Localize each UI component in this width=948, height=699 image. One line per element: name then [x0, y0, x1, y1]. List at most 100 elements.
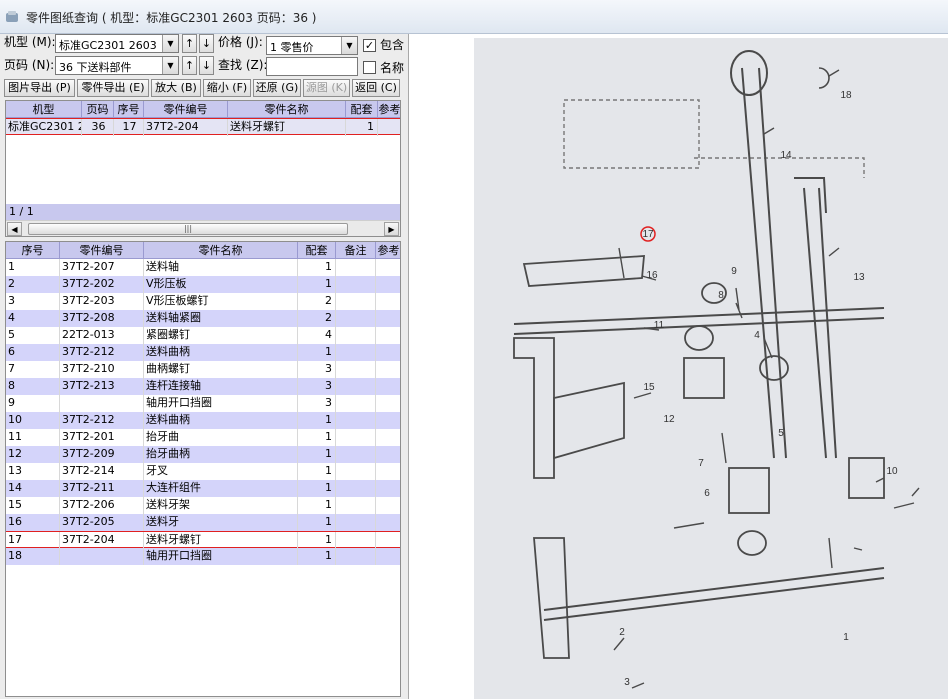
- cell-ref: [376, 344, 400, 361]
- table-row[interactable]: 17 37T2-204 送料牙螺钉 1: [6, 531, 400, 549]
- cell-code: 37T2-204: [144, 119, 228, 136]
- cell-seq: 14: [6, 480, 60, 497]
- cell-ref: [378, 119, 400, 136]
- table-row[interactable]: 11 37T2-201 抬牙曲 1: [6, 429, 400, 446]
- header-page[interactable]: 页码: [82, 101, 114, 118]
- page-up-button[interactable]: ↑: [182, 56, 197, 75]
- header-ref[interactable]: 参考: [376, 242, 400, 259]
- callout-17[interactable]: 17: [642, 229, 654, 240]
- table-row[interactable]: 13 37T2-214 牙叉 1: [6, 463, 400, 480]
- cell-ref: [376, 480, 400, 497]
- callout-12[interactable]: 12: [663, 414, 675, 425]
- table-row[interactable]: 6 37T2-212 送料曲柄 1: [6, 344, 400, 361]
- callout-18[interactable]: 18: [840, 90, 852, 101]
- diagram-viewer[interactable]: 1 2 3 4 5 6 7 8 9 10 11 12 13 14 15 16 17 18: [410, 34, 948, 699]
- table-row[interactable]: 1 37T2-207 送料轴 1: [6, 259, 400, 276]
- table-row[interactable]: 9 轴用开口挡圈 3: [6, 395, 400, 412]
- chevron-down-icon[interactable]: ▼: [162, 57, 178, 74]
- callout-1[interactable]: 1: [843, 632, 849, 643]
- include-checkbox[interactable]: ✓: [363, 39, 376, 52]
- callout-14[interactable]: 14: [780, 150, 792, 161]
- header-qty[interactable]: 配套: [298, 242, 336, 259]
- callout-10[interactable]: 10: [886, 466, 898, 477]
- cell-name: 送料牙: [144, 514, 298, 531]
- callout-3[interactable]: 3: [624, 677, 630, 688]
- cell-ref: [376, 361, 400, 378]
- table-row[interactable]: 15 37T2-206 送料牙架 1: [6, 497, 400, 514]
- cell-qty: 1: [298, 344, 336, 361]
- scroll-right-icon[interactable]: ▶: [384, 222, 399, 236]
- callout-4[interactable]: 4: [754, 330, 760, 341]
- table-row[interactable]: 2 37T2-202 V形压板 1: [6, 276, 400, 293]
- table-row[interactable]: 18 轴用开口挡圈 1: [6, 548, 400, 565]
- zoom-out-button[interactable]: 缩小 (F): [203, 79, 251, 97]
- cell-qty: 4: [298, 327, 336, 344]
- original-image-button[interactable]: 源图 (K): [303, 79, 350, 97]
- table-row[interactable]: 14 37T2-211 大连杆组件 1: [6, 480, 400, 497]
- table-row[interactable]: 16 37T2-205 送料牙 1: [6, 514, 400, 531]
- callout-9[interactable]: 9: [731, 266, 737, 277]
- chevron-down-icon[interactable]: ▼: [162, 35, 178, 52]
- table-row[interactable]: 4 37T2-208 送料轴紧圈 2: [6, 310, 400, 327]
- model-up-button[interactable]: ↑: [182, 34, 197, 53]
- page-down-button[interactable]: ↓: [199, 56, 214, 75]
- table-row[interactable]: 12 37T2-209 抬牙曲柄 1: [6, 446, 400, 463]
- callout-8[interactable]: 8: [718, 290, 724, 301]
- header-name[interactable]: 零件名称: [228, 101, 346, 118]
- cell-name: 连杆连接轴: [144, 378, 298, 395]
- cell-seq: 2: [6, 276, 60, 293]
- cell-qty: 3: [298, 361, 336, 378]
- table-row[interactable]: 10 37T2-212 送料曲柄 1: [6, 412, 400, 429]
- callout-11[interactable]: 11: [654, 320, 665, 331]
- callout-13[interactable]: 13: [853, 272, 865, 283]
- callout-7[interactable]: 7: [698, 458, 704, 469]
- table-row[interactable]: 8 37T2-213 连杆连接轴 3: [6, 378, 400, 395]
- scroll-left-icon[interactable]: ◀: [7, 222, 22, 236]
- cell-ref: [376, 514, 400, 531]
- model-combo[interactable]: 标准GC2301 2603 ▼: [55, 34, 179, 53]
- page-combo[interactable]: 36 下送料部件 ▼: [55, 56, 179, 75]
- callout-16[interactable]: 16: [646, 270, 658, 281]
- callout-2[interactable]: 2: [619, 627, 625, 638]
- header-ref[interactable]: 参考: [378, 101, 401, 118]
- back-button[interactable]: 返回 (C): [352, 79, 400, 97]
- export-part-button[interactable]: 零件导出 (E): [77, 79, 149, 97]
- header-qty[interactable]: 配套: [346, 101, 378, 118]
- cell-qty: 1: [298, 412, 336, 429]
- header-code[interactable]: 零件编号: [60, 242, 144, 259]
- table-row[interactable]: 7 37T2-210 曲柄螺钉 3: [6, 361, 400, 378]
- name-checkbox[interactable]: [363, 61, 376, 74]
- header-seq[interactable]: 序号: [6, 242, 60, 259]
- callout-15[interactable]: 15: [643, 382, 655, 393]
- callout-6[interactable]: 6: [704, 488, 710, 499]
- header-model[interactable]: 机型: [6, 101, 82, 118]
- cell-name: 牙叉: [144, 463, 298, 480]
- cell-note: [336, 514, 376, 531]
- cell-seq: 3: [6, 293, 60, 310]
- zoom-in-button[interactable]: 放大 (B): [151, 79, 201, 97]
- table-row[interactable]: 标准GC2301 2 36 17 37T2-204 送料牙螺钉 1: [6, 118, 400, 136]
- restore-button[interactable]: 还原 (G): [253, 79, 301, 97]
- diagram-callouts: 123456789101112131415161718: [619, 90, 898, 688]
- window-title: 零件图纸查询 ( 机型：标准GC2301 2603 页码：36 ): [26, 11, 317, 25]
- scroll-thumb[interactable]: |||: [28, 223, 348, 235]
- cell-code: [60, 548, 144, 565]
- header-code[interactable]: 零件编号: [144, 101, 228, 118]
- price-combo[interactable]: 1 零售价 ▼: [266, 36, 358, 55]
- table-row[interactable]: 5 22T2-013 紧圈螺钉 4: [6, 327, 400, 344]
- cell-note: [336, 327, 376, 344]
- diagram-lines: [513, 50, 920, 689]
- header-note[interactable]: 备注: [336, 242, 376, 259]
- header-seq[interactable]: 序号: [114, 101, 144, 118]
- export-image-button[interactable]: 图片导出 (P): [4, 79, 75, 97]
- model-down-button[interactable]: ↓: [199, 34, 214, 53]
- cell-seq: 11: [6, 429, 60, 446]
- table-row[interactable]: 3 37T2-203 V形压板螺钉 2: [6, 293, 400, 310]
- header-name[interactable]: 零件名称: [144, 242, 298, 259]
- horizontal-scrollbar[interactable]: ◀ ||| ▶: [6, 220, 400, 236]
- callout-5[interactable]: 5: [778, 428, 784, 439]
- find-input[interactable]: [266, 57, 358, 76]
- diagram-page: 1 2 3 4 5 6 7 8 9 10 11 12 13 14 15 16 17 18: [474, 38, 948, 699]
- cell-code: 37T2-205: [60, 514, 144, 531]
- chevron-down-icon[interactable]: ▼: [341, 37, 357, 54]
